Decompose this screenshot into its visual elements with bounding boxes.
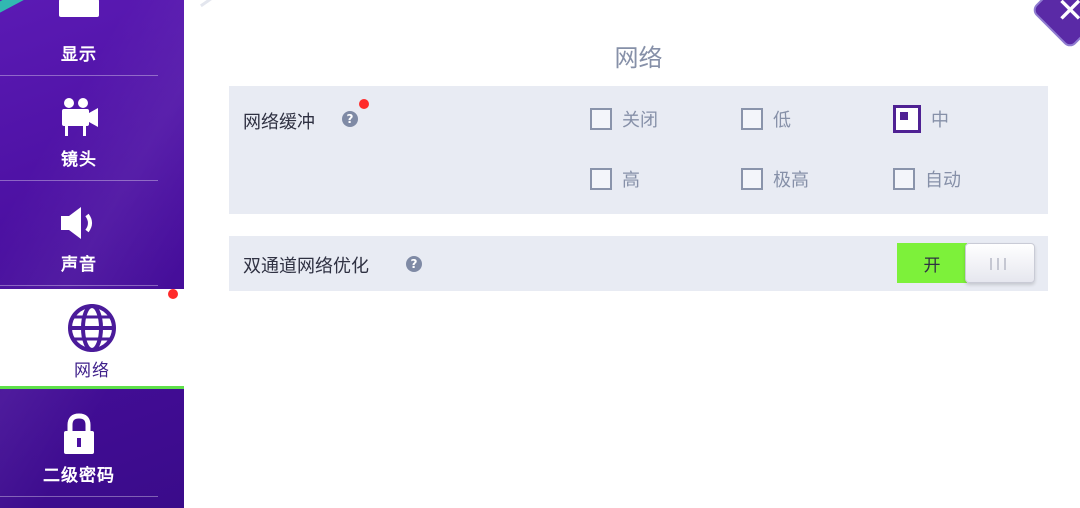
option-off[interactable]: 关闭 <box>590 105 658 133</box>
notification-dot <box>168 289 178 299</box>
help-icon[interactable]: ? <box>342 111 358 127</box>
option-high[interactable]: 高 <box>590 165 640 193</box>
option-label: 低 <box>773 110 791 131</box>
option-label: 关闭 <box>622 110 658 131</box>
grip-line <box>990 258 992 270</box>
option-label: 极高 <box>773 170 809 191</box>
grip-line <box>997 258 999 270</box>
close-icon[interactable]: ✕ <box>1056 0 1080 28</box>
option-medium[interactable]: 中 <box>893 105 949 133</box>
checkbox[interactable] <box>741 168 763 190</box>
sidebar-item-network[interactable]: 网络 <box>0 289 184 389</box>
divider <box>0 496 158 497</box>
sidebar: 显示 镜头 声音 网络 二级密码 <box>0 0 184 508</box>
sidebar-item-label: 二级密码 <box>43 466 115 486</box>
sidebar-item-label: 声音 <box>61 255 97 275</box>
option-label: 自动 <box>925 170 961 191</box>
camera-icon <box>0 96 158 140</box>
sidebar-item-label: 显示 <box>61 45 97 65</box>
help-icon[interactable]: ? <box>406 256 422 272</box>
option-label: 高 <box>622 170 640 191</box>
sidebar-item-camera[interactable]: 镜头 <box>0 76 158 181</box>
checkbox-checked[interactable] <box>893 105 921 133</box>
page-title: 网络 <box>614 44 663 72</box>
checkbox[interactable] <box>893 168 915 190</box>
network-buffer-panel: 网络缓冲 ? 关闭 低 中 高 极高 自动 <box>229 86 1048 214</box>
option-label: 中 <box>931 110 949 131</box>
decorative-streak <box>199 0 301 8</box>
sidebar-item-sound[interactable]: 声音 <box>0 181 158 286</box>
sidebar-item-label: 镜头 <box>61 150 97 170</box>
divider <box>0 285 158 286</box>
sidebar-item-display[interactable]: 显示 <box>0 0 158 76</box>
sidebar-item-secondary-password[interactable]: 二级密码 <box>0 392 158 497</box>
network-buffer-label: 网络缓冲 <box>243 112 315 133</box>
toggle-on-label: 开 <box>897 243 967 283</box>
grip-line <box>1004 258 1006 270</box>
speaker-icon <box>0 201 158 245</box>
dual-channel-toggle[interactable]: 开 <box>897 243 1035 283</box>
globe-icon <box>0 303 184 353</box>
display-icon <box>0 0 158 35</box>
lock-icon <box>0 412 158 456</box>
checkbox[interactable] <box>590 168 612 190</box>
option-auto[interactable]: 自动 <box>893 165 961 193</box>
option-low[interactable]: 低 <box>741 105 791 133</box>
option-very-high[interactable]: 极高 <box>741 165 809 193</box>
checkbox[interactable] <box>741 108 763 130</box>
toggle-knob[interactable] <box>965 243 1035 283</box>
dual-channel-label: 双通道网络优化 <box>243 256 369 277</box>
notification-dot <box>359 99 369 109</box>
checkbox[interactable] <box>590 108 612 130</box>
sidebar-item-label: 网络 <box>74 361 110 381</box>
